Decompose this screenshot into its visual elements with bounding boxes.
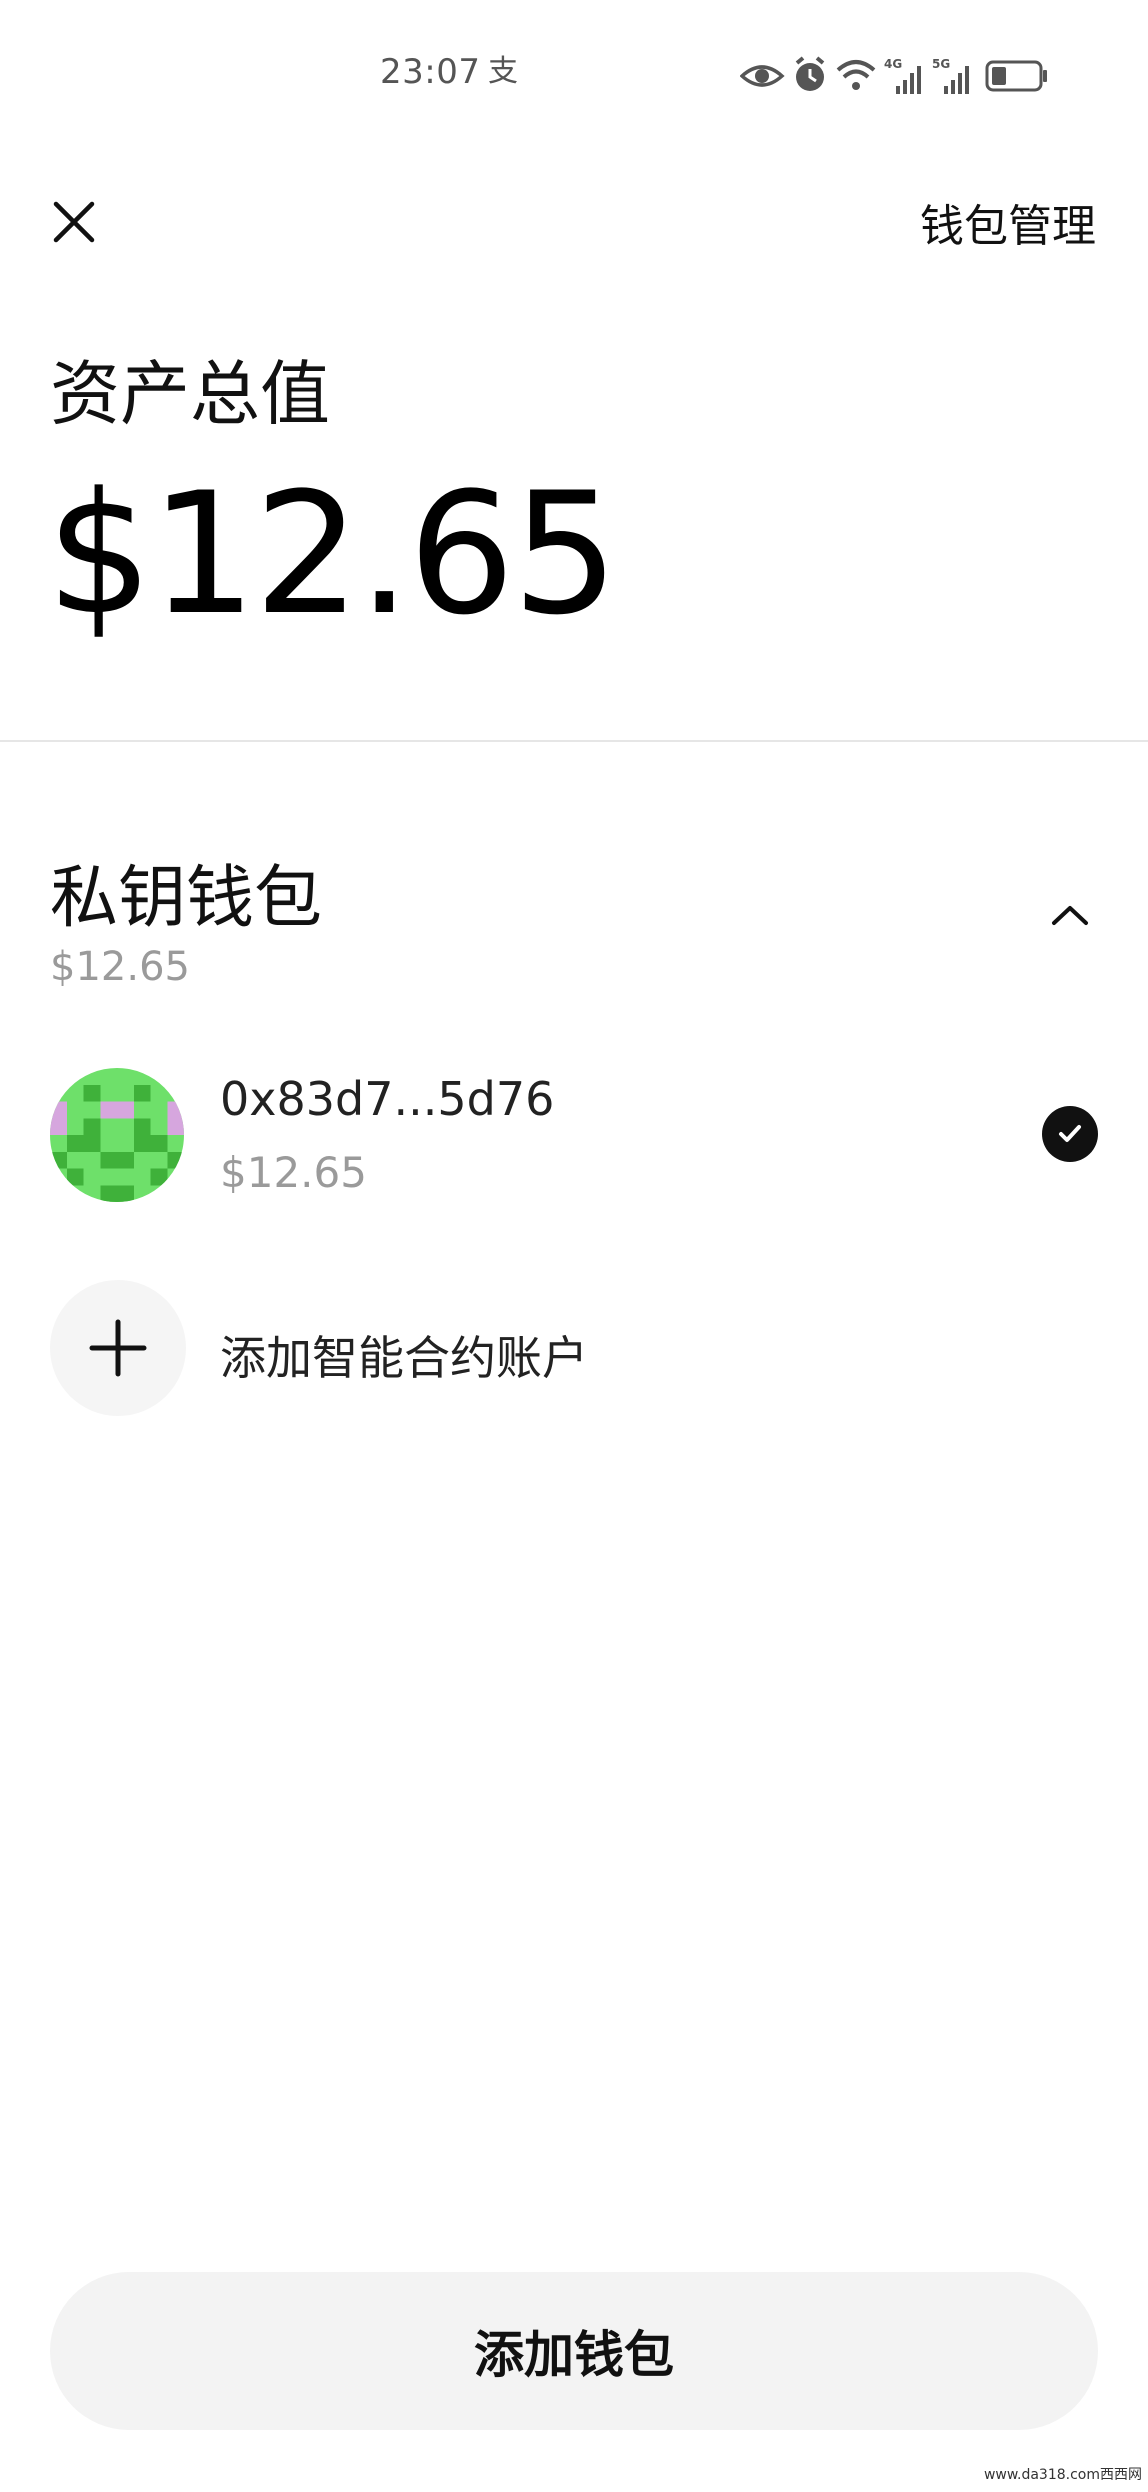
- alipay-notification-icon: 支: [488, 54, 518, 89]
- wallet-group-value: $12.65: [50, 944, 190, 990]
- wifi-icon: [836, 60, 876, 90]
- plus-icon: [89, 1319, 147, 1377]
- svg-text:5G: 5G: [932, 57, 950, 71]
- wallet-manage-button[interactable]: 钱包管理: [920, 190, 1096, 254]
- chevron-up-icon: [1052, 906, 1088, 925]
- close-icon: [53, 201, 95, 243]
- total-assets-value: $12.65: [46, 456, 619, 652]
- add-account-button[interactable]: [50, 1280, 186, 1416]
- signal-5g-icon: 5G: [932, 57, 969, 94]
- status-icons: 4G 5G: [739, 56, 1070, 96]
- selected-check-icon: [1042, 1106, 1098, 1162]
- watermark: www.da318.com西西网: [983, 2467, 1142, 2483]
- alarm-icon: [795, 56, 825, 91]
- add-wallet-button[interactable]: 添加钱包: [50, 2272, 1098, 2430]
- eye-icon: [739, 65, 785, 87]
- collapse-button[interactable]: [1040, 890, 1100, 940]
- wallet-group-title: 私钥钱包: [50, 859, 323, 938]
- svg-text:4G: 4G: [884, 57, 902, 71]
- account-value: $12.65: [220, 1148, 367, 1197]
- total-assets-label: 资产总值: [50, 353, 330, 435]
- close-button[interactable]: [40, 188, 108, 256]
- divider: [0, 740, 1148, 742]
- account-address: 0x83d7...5d76: [220, 1072, 555, 1126]
- account-avatar: [50, 1068, 184, 1202]
- signal-4g-icon: 4G: [884, 57, 921, 94]
- battery-icon: [985, 60, 1047, 92]
- add-smart-contract-account-label: 添加智能合约账户: [220, 1331, 588, 1385]
- status-time: 23:07: [380, 52, 481, 92]
